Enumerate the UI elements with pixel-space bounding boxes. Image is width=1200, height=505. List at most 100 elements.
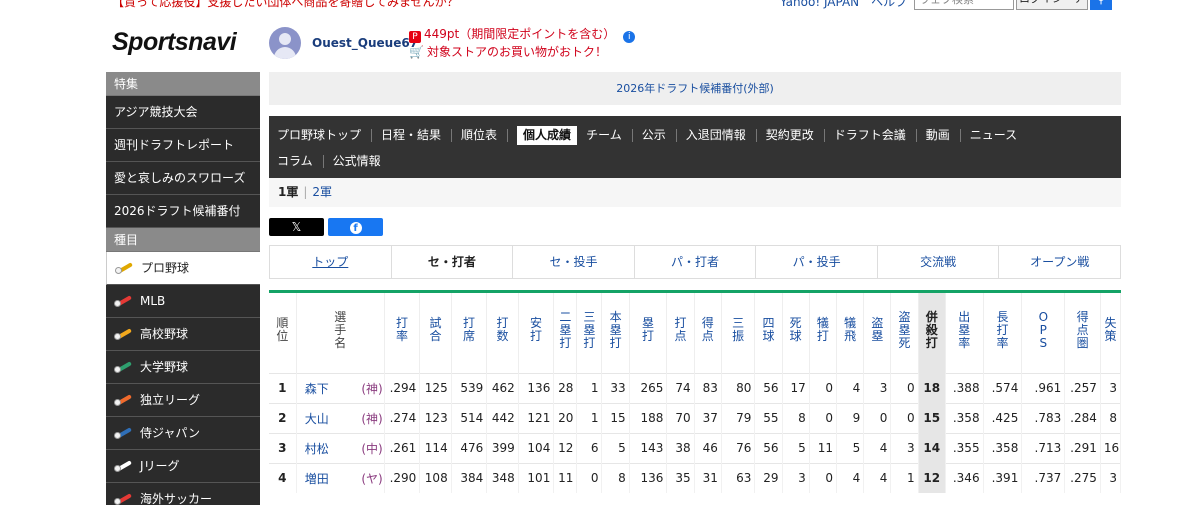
sport-icon: [114, 492, 132, 505]
player-name-cell[interactable]: 大山 (神): [296, 402, 385, 433]
sidebar-item-draft-report[interactable]: 週刊ドラフトレポート: [106, 129, 260, 162]
sidebar-heading-featured: 特集: [106, 72, 260, 96]
sportsnavi-logo[interactable]: Sportsnavi: [112, 28, 237, 57]
stat-cell: 1: [890, 462, 919, 493]
sidebar-sport-item[interactable]: Jリーグ: [106, 450, 260, 483]
stat-tab[interactable]: セ・投手: [512, 246, 634, 278]
sidebar-item-asian-games[interactable]: アジア競技大会: [106, 96, 260, 129]
stat-tab[interactable]: オープン戦: [998, 246, 1122, 278]
share-x-button[interactable]: 𝕏: [269, 218, 324, 236]
sidebar-sport-label: 大学野球: [140, 359, 189, 374]
stat-cell: 37: [694, 402, 722, 433]
column-header[interactable]: 失策: [1100, 293, 1122, 373]
column-header[interactable]: 打率: [384, 293, 421, 373]
column-header[interactable]: 打点: [666, 293, 695, 373]
nav-item[interactable]: プロ野球トップ: [277, 128, 373, 142]
sidebar-sport-item[interactable]: プロ野球: [106, 252, 260, 285]
column-header[interactable]: 併殺打: [918, 293, 946, 373]
nav-item[interactable]: 入退団情報: [686, 128, 757, 142]
nav-item[interactable]: コラム: [277, 154, 324, 168]
column-header[interactable]: 四球: [754, 293, 783, 373]
share-facebook-button[interactable]: f: [328, 218, 383, 236]
tab-second-team[interactable]: 2軍: [312, 185, 332, 199]
stat-cell: 15: [601, 402, 630, 433]
info-icon[interactable]: i: [623, 31, 636, 43]
sidebar-item-draft-ranking[interactable]: 2026ドラフト候補番付: [106, 195, 260, 228]
stat-cell: .284: [1064, 402, 1101, 433]
tab-first-team[interactable]: 1軍: [278, 185, 298, 199]
column-header[interactable]: 得点圏: [1064, 293, 1101, 373]
tab-divider: |: [303, 185, 308, 199]
column-header[interactable]: 本塁打: [601, 293, 630, 373]
search-input[interactable]: ウェブ検索: [914, 0, 1014, 10]
stat-tab[interactable]: パ・投手: [755, 246, 877, 278]
nav-item[interactable]: ニュース: [970, 128, 1027, 142]
yahoo-links[interactable]: Yahoo! JAPAN ヘルプ: [780, 0, 907, 10]
column-header[interactable]: 打席: [451, 293, 488, 373]
column-header[interactable]: 安打: [518, 293, 555, 373]
column-header[interactable]: 三振: [721, 293, 756, 373]
column-header[interactable]: 得点: [694, 293, 722, 373]
nav-item[interactable]: ドラフト会議: [834, 128, 917, 142]
stat-cell: 114: [419, 432, 452, 463]
player-name-cell[interactable]: 村松 (中): [296, 432, 385, 463]
promo-link[interactable]: 【貰って応援役】支援したい団体へ商品を寄贈してみませんか？: [112, 0, 459, 10]
sidebar-sport-item[interactable]: 侍ジャパン: [106, 417, 260, 450]
stat-tab[interactable]: トップ: [269, 246, 391, 278]
player-name[interactable]: 森下: [305, 382, 329, 396]
stat-tab[interactable]: セ・打者: [390, 246, 513, 278]
sidebar-sport-item[interactable]: MLB: [106, 285, 260, 318]
stat-cell: .275: [1064, 462, 1101, 493]
avatar[interactable]: [269, 27, 301, 59]
sport-icon: [115, 261, 133, 275]
column-header[interactable]: 打数: [486, 293, 519, 373]
player-name-cell[interactable]: 森下 (神): [296, 372, 385, 403]
column-header-label: 安打: [530, 316, 543, 344]
column-header[interactable]: 盗塁死: [890, 293, 919, 373]
nav-item[interactable]: 日程・結果: [381, 128, 453, 142]
nav-item[interactable]: 順位表: [461, 128, 509, 142]
sidebar-sport-item[interactable]: 独立リーグ: [106, 384, 260, 417]
stat-cell: 18: [918, 372, 946, 403]
store-promo[interactable]: 🛒 対象ストアのお買い物がおトク！: [409, 43, 607, 60]
column-header[interactable]: 長打率: [983, 293, 1023, 373]
username-link[interactable]: Ouest_Queue67: [312, 36, 418, 50]
column-header[interactable]: 犠打: [809, 293, 838, 373]
store-promo-text: 対象ストアのお買い物がおトク！: [426, 45, 607, 59]
sidebar-item-swallows[interactable]: 愛と哀しみのスワローズ: [106, 162, 260, 195]
column-header[interactable]: 犠飛: [836, 293, 865, 373]
nav-item[interactable]: 動画: [926, 128, 961, 142]
table-row: 1 森下 (神) .294 125 539 462 136 28 1 33 265 74 83 80 56 17…: [269, 372, 1122, 403]
draft-banner-link[interactable]: 2026年ドラフト候補番付(外部): [616, 82, 774, 95]
column-header[interactable]: 二塁打: [553, 293, 578, 373]
player-name[interactable]: 増田: [305, 472, 329, 486]
sport-icon: [114, 426, 132, 440]
stat-cell: 9: [836, 402, 865, 433]
column-header-label: 得点圏: [1076, 309, 1089, 350]
column-header[interactable]: OPS: [1021, 293, 1066, 373]
column-header[interactable]: 盗塁: [863, 293, 892, 373]
rank-cell: 4: [269, 462, 297, 493]
column-header[interactable]: 試合: [419, 293, 452, 373]
column-header[interactable]: 出塁率: [945, 293, 984, 373]
sidebar-sport-item[interactable]: 大学野球: [106, 351, 260, 384]
nav-item[interactable]: 個人成績: [517, 125, 578, 145]
nav-item[interactable]: チーム: [586, 128, 633, 142]
player-name[interactable]: 村松: [305, 442, 329, 456]
points-display[interactable]: P 449pt（期間限定ポイントを含む） i: [409, 25, 636, 43]
sidebar-sport-item[interactable]: 高校野球: [106, 318, 260, 351]
column-header[interactable]: 塁打: [629, 293, 668, 373]
sidebar-sport-item[interactable]: 海外サッカー: [106, 483, 260, 505]
login-button[interactable]: ログイン・アップ: [1016, 0, 1088, 10]
player-name-cell[interactable]: 増田 (ヤ): [296, 462, 385, 493]
column-header: 順位: [269, 293, 297, 373]
nav-item[interactable]: 公示: [642, 128, 677, 142]
nav-item[interactable]: 契約更改: [766, 128, 825, 142]
column-header[interactable]: 三塁打: [576, 293, 603, 373]
stat-tab[interactable]: パ・打者: [633, 246, 756, 278]
player-name[interactable]: 大山: [305, 412, 329, 426]
nav-item[interactable]: 公式情報: [333, 154, 391, 168]
stat-tab[interactable]: 交流戦: [876, 246, 999, 278]
column-header[interactable]: 死球: [782, 293, 810, 373]
search-icon[interactable]: ⚲: [1090, 0, 1112, 10]
